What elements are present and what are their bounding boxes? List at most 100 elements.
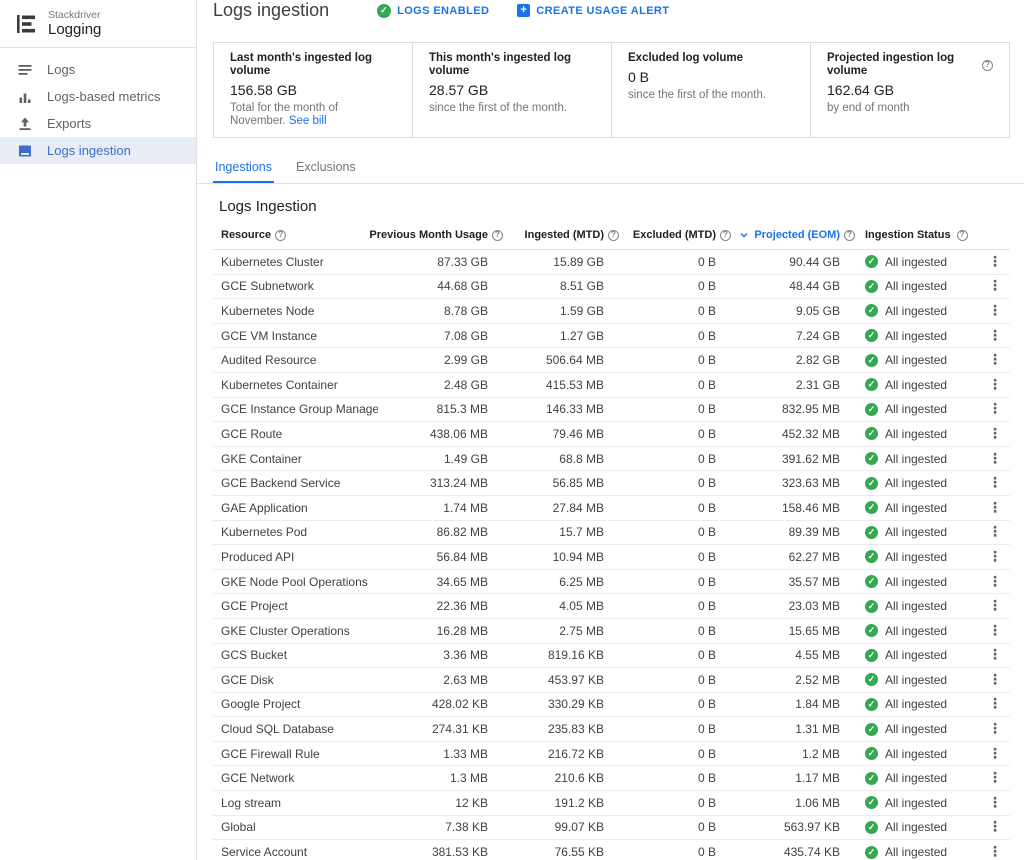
projected-eom-cell: 323.63 MB [781,476,840,491]
sidebar-item-exports[interactable]: Exports [0,110,196,137]
status-label: All ingested [885,500,948,515]
status-label: All ingested [885,451,948,466]
row-actions-cell [980,794,1010,812]
card-subtitle: since the first of the month. [628,89,794,102]
column-header-excluded-mtd[interactable]: Excluded (MTD) [619,229,731,241]
status-label: All ingested [885,328,948,343]
row-menu-button[interactable] [982,646,1008,664]
ingestion-status-cell: All ingested [855,427,980,441]
row-menu-button[interactable] [982,277,1008,295]
check-circle-icon [377,3,392,18]
help-icon[interactable] [982,59,993,71]
main-header: Logs ingestion LOGS ENABLED CREATE USAGE… [197,0,1024,21]
previous-month-usage-cell: 87.33 GB [437,254,488,269]
status-label: All ingested [885,697,948,712]
ingestion-status-cell: All ingested [855,673,980,687]
projected-eom-cell: 832.95 MB [781,402,840,417]
excluded-mtd-cell: 0 B [697,328,716,343]
row-menu-button[interactable] [982,597,1008,615]
row-menu-button[interactable] [982,400,1008,418]
column-header-resource[interactable]: Resource [213,229,378,241]
sidebar-item-logs-ingestion[interactable]: Logs ingestion [0,137,196,164]
excluded-mtd-cell: 0 B [697,795,716,810]
status-label: All ingested [885,820,948,835]
sidebar-item-logs-based-metrics[interactable]: Logs-based metrics [0,83,196,110]
help-icon[interactable] [492,229,503,241]
projected-eom-cell: 7.24 GB [795,328,840,343]
column-header-projected-eom[interactable]: Projected (EOM) [731,229,855,241]
row-menu-button[interactable] [982,769,1008,787]
previous-month-usage-cell: 313.24 MB [429,476,488,491]
ingested-mtd-cell: 2.75 MB [559,623,604,638]
resource-cell: GKE Node Pool Operations [221,574,368,589]
card-subtitle: by end of month [827,102,993,115]
ingestion-status-cell: All ingested [855,476,980,490]
ingested-mtd-cell: 216.72 KB [547,746,604,761]
resource-cell: Service Account [221,845,308,860]
row-menu-button[interactable] [982,474,1008,492]
table-row: GCE Route 438.06 MB 79.46 MB 0 B 452.32 … [213,422,1010,447]
help-icon[interactable] [956,229,968,241]
table-row: Kubernetes Pod 86.82 MB 15.7 MB 0 B 89.3… [213,521,1010,546]
card-excluded-volume: Excluded log volume 0 B since the first … [611,43,810,137]
help-icon[interactable] [608,229,619,241]
row-menu-button[interactable] [982,843,1008,860]
row-menu-button[interactable] [982,425,1008,443]
see-bill-link[interactable]: See bill [289,115,327,127]
help-icon[interactable] [275,229,287,241]
row-menu-button[interactable] [982,745,1008,763]
row-menu-button[interactable] [982,695,1008,713]
projected-eom-cell: 2.82 GB [795,353,840,368]
ingestion-status-cell: All ingested [855,452,980,466]
brand-name: Logging [48,20,102,38]
logs-enabled-button[interactable]: LOGS ENABLED [377,3,489,18]
column-header-ingestion-status[interactable]: Ingestion Status [855,229,980,241]
resource-cell: GCE Instance Group Manager [221,402,378,417]
row-menu-button[interactable] [982,450,1008,468]
column-header-previous-month-usage[interactable]: Previous Month Usage [369,229,503,241]
resource-cell: Kubernetes Cluster [221,254,324,269]
row-menu-button[interactable] [982,351,1008,369]
table-row: GCE Network 1.3 MB 210.6 KB 0 B 1.17 MB … [213,766,1010,792]
status-check-circle-icon [865,378,878,392]
row-menu-button[interactable] [982,720,1008,738]
row-actions-cell [980,745,1010,763]
resource-cell: GCE VM Instance [221,328,318,343]
projected-eom-cell: 452.32 MB [781,426,840,441]
row-menu-button[interactable] [982,794,1008,812]
help-icon[interactable] [720,229,731,241]
row-menu-button[interactable] [982,327,1008,345]
sidebar-item-logs[interactable]: Logs [0,56,196,83]
create-usage-alert-button[interactable]: CREATE USAGE ALERT [517,4,669,17]
row-menu-button[interactable] [982,818,1008,836]
sidebar-item-label: Exports [47,116,92,131]
row-menu-button[interactable] [982,253,1008,271]
row-menu-button[interactable] [982,622,1008,640]
ingested-mtd-cell: 6.25 MB [559,574,604,589]
status-label: All ingested [885,353,948,368]
row-menu-button[interactable] [982,376,1008,394]
row-menu-button[interactable] [982,302,1008,320]
ingested-mtd-cell: 453.97 KB [547,672,604,687]
app: Stackdriver Logging Logs Logs-based metr… [0,0,1024,860]
ingestion-status-cell: All ingested [855,402,980,416]
table-row: GKE Node Pool Operations 34.65 MB 6.25 M… [213,570,1010,595]
ingested-mtd-cell: 76.55 KB [554,845,604,860]
tab-ingestions[interactable]: Ingestions [213,152,274,183]
row-menu-button[interactable] [982,523,1008,541]
column-header-ingested-mtd[interactable]: Ingested (MTD) [503,229,619,241]
status-check-circle-icon [865,648,878,662]
help-icon[interactable] [844,229,855,241]
table-row: GKE Container 1.49 GB 68.8 MB 0 B 391.62… [213,447,1010,472]
excluded-mtd-cell: 0 B [697,254,716,269]
table-row: GCS Bucket 3.36 MB 819.16 KB 0 B 4.55 MB… [213,644,1010,669]
row-menu-button[interactable] [982,499,1008,517]
status-check-circle-icon [865,747,878,761]
card-subtitle: since the first of the month. [429,102,595,115]
tab-exclusions[interactable]: Exclusions [294,152,358,183]
row-menu-button[interactable] [982,548,1008,566]
row-menu-button[interactable] [982,573,1008,591]
card-value: 28.57 GB [429,82,489,98]
status-check-circle-icon [865,796,878,810]
row-menu-button[interactable] [982,671,1008,689]
